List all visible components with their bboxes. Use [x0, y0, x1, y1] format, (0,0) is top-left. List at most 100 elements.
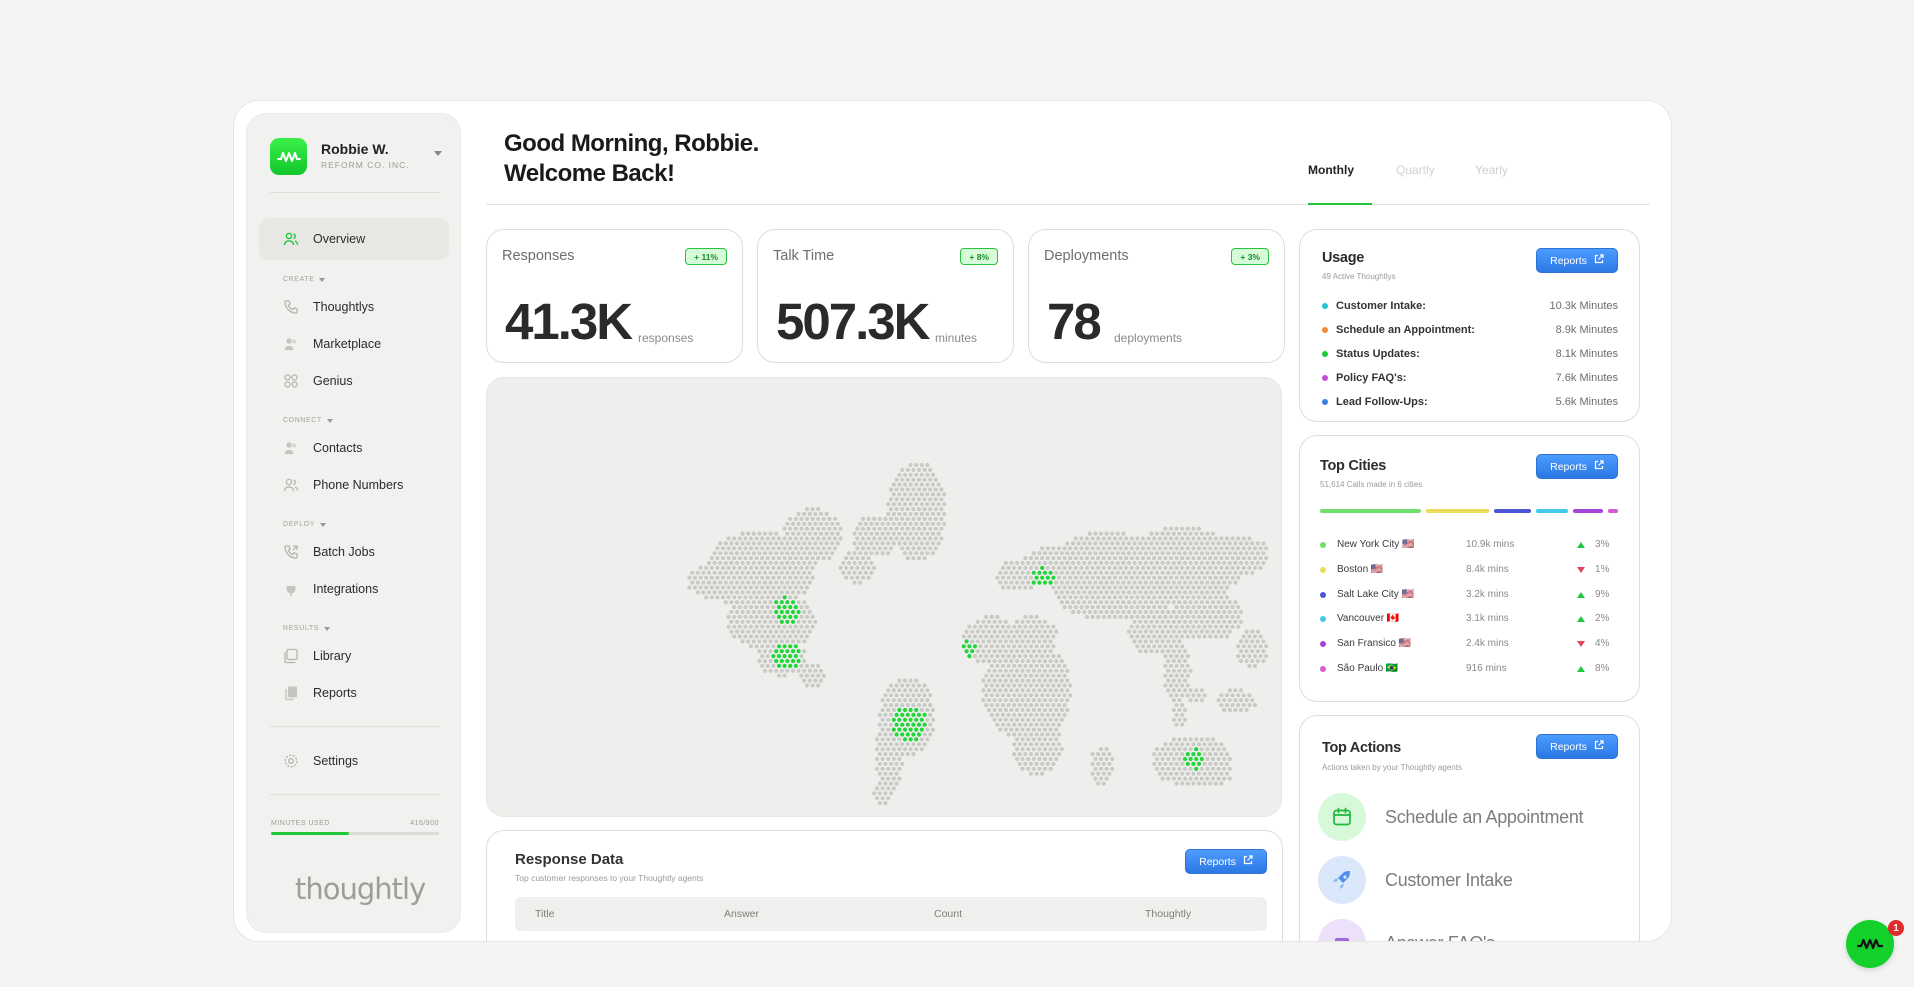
- city-share-bar: [1608, 509, 1618, 513]
- calendar-icon: [1318, 793, 1366, 841]
- tab-yearly[interactable]: Yearly: [1475, 163, 1508, 177]
- stat-change-badge: + 3%: [1231, 248, 1269, 265]
- city-name: San Fransico 🇺🇸: [1337, 638, 1412, 650]
- city-minutes: 3.1k mins: [1466, 613, 1509, 625]
- reports-button[interactable]: Reports: [1536, 734, 1618, 759]
- arrow-up-icon: [1577, 591, 1585, 598]
- nav-label: Library: [313, 649, 352, 663]
- city-row: São Paulo 🇧🇷 916 mins 8%: [1320, 662, 1620, 678]
- nav-item-marketplace[interactable]: Marketplace: [259, 323, 449, 365]
- city-share-bar: [1536, 509, 1568, 513]
- tab-monthly[interactable]: Monthly: [1308, 163, 1354, 177]
- section-label: CONNECT: [283, 417, 322, 424]
- section-subtitle: Top customer responses to your Thoughtly…: [515, 873, 704, 883]
- grid-icon: [283, 373, 299, 389]
- section-label: RESULTS: [283, 625, 319, 632]
- minutes-value: 416/900: [410, 820, 439, 827]
- divider: [270, 726, 440, 727]
- legend-dot: [1322, 375, 1328, 381]
- library-icon: [283, 648, 299, 664]
- legend-dot: [1320, 666, 1326, 672]
- usage-label: Lead Follow-Ups:: [1336, 396, 1428, 408]
- divider: [270, 794, 440, 795]
- action-item[interactable]: Answer FAQ's: [1318, 919, 1618, 941]
- reports-button[interactable]: Reports: [1185, 849, 1267, 874]
- world-dot-map: [687, 462, 1269, 806]
- usage-value: 5.6k Minutes: [1555, 396, 1618, 408]
- external-link-icon: [1594, 254, 1604, 267]
- legend-dot: [1320, 542, 1326, 548]
- usage-value: 8.9k Minutes: [1555, 324, 1618, 336]
- greeting-line: Good Morning, Robbie.: [504, 130, 759, 157]
- column-header[interactable]: Thoughtly: [1145, 908, 1191, 920]
- nav-item-overview[interactable]: Overview: [259, 218, 449, 260]
- rocket-icon: [1318, 856, 1366, 904]
- profile-name: Robbie W.: [321, 141, 389, 157]
- city-change: 1%: [1595, 563, 1610, 575]
- thoughtly-logo-icon: [270, 138, 307, 175]
- profile-switcher[interactable]: Robbie W. REFORM CO. INC.: [270, 138, 442, 178]
- chevron-down-icon[interactable]: [434, 151, 442, 156]
- usage-value: 7.6k Minutes: [1555, 372, 1618, 384]
- action-item[interactable]: Customer Intake: [1318, 856, 1618, 906]
- chevron-down-icon: [326, 418, 333, 423]
- nav-item-contacts[interactable]: Contacts: [259, 427, 449, 469]
- table-header: Title Answer Count Thoughtly: [515, 897, 1267, 931]
- nav-section-connect[interactable]: CONNECT: [283, 417, 333, 424]
- stat-card-responses: Responses + 11% 41.3K responses: [486, 229, 743, 363]
- reports-button[interactable]: Reports: [1536, 248, 1618, 273]
- button-label: Reports: [1550, 254, 1587, 267]
- nav-section-results[interactable]: RESULTS: [283, 625, 330, 632]
- action-item[interactable]: Schedule an Appointment: [1318, 793, 1618, 843]
- nav-item-batch-jobs[interactable]: Batch Jobs: [259, 531, 449, 573]
- city-row: Salt Lake City 🇺🇸 3.2k mins 9%: [1320, 588, 1620, 604]
- stat-title: Responses: [502, 248, 575, 264]
- reports-button[interactable]: Reports: [1536, 454, 1618, 479]
- minutes-used: MINUTES USED 416/900: [271, 820, 439, 835]
- city-share-bar: [1320, 509, 1421, 513]
- section-title: Top Cities: [1320, 458, 1387, 474]
- city-name: São Paulo 🇧🇷: [1337, 663, 1399, 674]
- tab-quartly[interactable]: Quartly: [1396, 163, 1435, 177]
- nav-item-phone-numbers[interactable]: Phone Numbers: [259, 464, 449, 506]
- external-link-icon: [1243, 855, 1253, 868]
- stat-value: 507.3K: [776, 293, 930, 350]
- plug-icon: [283, 581, 299, 597]
- legend-dot: [1322, 351, 1328, 357]
- nav-item-settings[interactable]: Settings: [259, 740, 449, 782]
- chevron-down-icon: [319, 277, 326, 282]
- legend-dot: [1320, 641, 1326, 648]
- usage-label: Policy FAQ's:: [1336, 372, 1407, 384]
- nav-item-integrations[interactable]: Integrations: [259, 568, 449, 610]
- column-header[interactable]: Title: [535, 908, 554, 920]
- nav-item-thoughtlys[interactable]: Thoughtlys: [259, 286, 449, 328]
- usage-row: Schedule an Appointment: 8.9k Minutes: [1322, 322, 1618, 338]
- usage-label: Schedule an Appointment:: [1336, 324, 1475, 336]
- section-subtitle: Actions taken by your Thoughtly agents: [1322, 763, 1462, 772]
- app-window: Robbie W. REFORM CO. INC. Overview CREAT…: [233, 100, 1672, 942]
- column-header[interactable]: Answer: [724, 908, 759, 920]
- section-title: Usage: [1322, 250, 1365, 266]
- nav-section-create[interactable]: CREATE: [283, 276, 326, 283]
- action-label: Schedule an Appointment: [1385, 807, 1584, 827]
- thoughtly-logo-icon: [1857, 938, 1883, 950]
- nav-item-library[interactable]: Library: [259, 635, 449, 677]
- section-label: CREATE: [283, 276, 315, 283]
- nav-section-deploy[interactable]: DEPLOY: [283, 521, 326, 528]
- top-actions-card: Top Actions Actions taken by your Though…: [1299, 715, 1640, 941]
- external-link-icon: [1594, 460, 1604, 473]
- city-name: Vancouver 🇨🇦: [1337, 613, 1400, 625]
- section-title: Top Actions: [1322, 740, 1401, 756]
- usage-row: Customer Intake: 10.3k Minutes: [1322, 298, 1618, 314]
- button-label: Reports: [1550, 460, 1587, 473]
- column-header[interactable]: Count: [934, 908, 962, 920]
- nav-item-reports[interactable]: Reports: [259, 672, 449, 714]
- chat-launcher-button[interactable]: [1846, 920, 1894, 968]
- nav-label: Marketplace: [313, 337, 382, 351]
- city-minutes: 10.9k mins: [1466, 539, 1515, 550]
- users-icon: [283, 440, 299, 456]
- nav-label: Settings: [313, 754, 359, 768]
- city-name: Salt Lake City 🇺🇸: [1337, 588, 1414, 600]
- stat-title: Deployments: [1044, 248, 1129, 264]
- nav-item-genius[interactable]: Genius: [259, 360, 449, 402]
